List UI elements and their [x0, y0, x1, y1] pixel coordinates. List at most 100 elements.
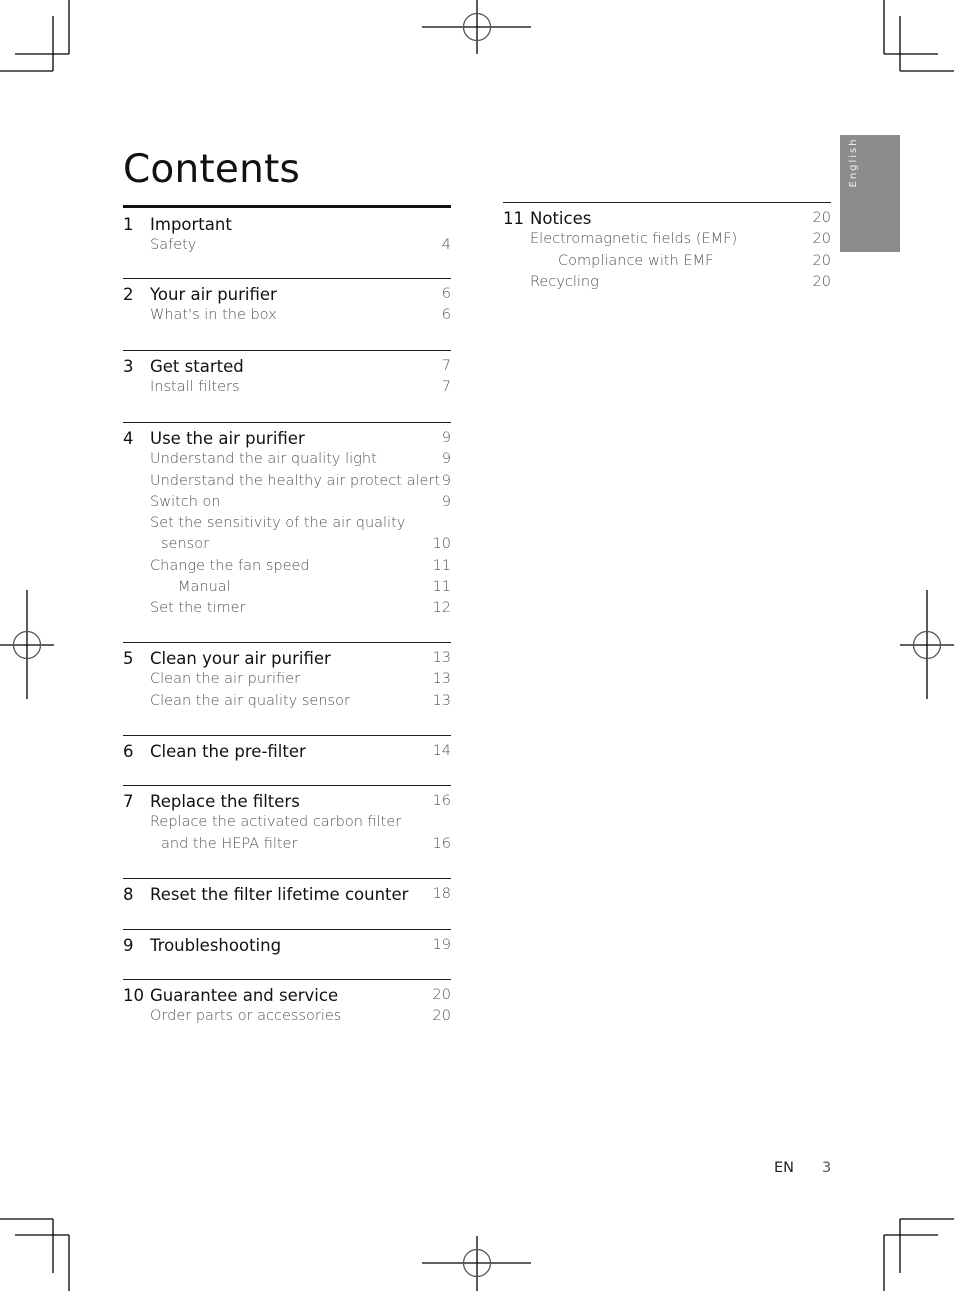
chapter-title: Get started [150, 357, 244, 376]
entry-title: Install filters [150, 379, 240, 396]
chapter-number: 5 [123, 649, 134, 668]
toc-entry-row[interactable]: Recycling 20 [503, 272, 831, 293]
toc-chapter-row[interactable]: 9 Troubleshooting 19 [123, 935, 451, 956]
toc-section: 2 Your air purifier 6 What's in the box 6 [123, 278, 451, 327]
entry-title: Compliance with EMF [558, 252, 714, 269]
chapter-page-number: 6 [441, 286, 451, 302]
chapter-page-number: 20 [812, 210, 831, 226]
chapter-number: 2 [123, 285, 134, 304]
entry-page-number: 10 [432, 536, 451, 553]
entry-page-number: 12 [432, 600, 451, 617]
footer-language-code: EN [774, 1160, 795, 1176]
toc-section: 7 Replace the filters 16 Replace the activa… [123, 785, 451, 855]
chapter-page-number: 9 [441, 430, 451, 446]
toc-chapter-row[interactable]: 1 Important [123, 214, 451, 235]
entry-title: Understand the air quality light [150, 451, 377, 468]
toc-section: 11 Notices 20 Electromagnetic fields (EMF) 2… [503, 202, 831, 293]
toc-chapter-row[interactable]: 8 Reset the filter lifetime counter 18 [123, 884, 451, 905]
toc-chapter-row[interactable]: 11 Notices 20 [503, 208, 831, 229]
chapter-number: 6 [123, 742, 134, 761]
toc-chapter-row[interactable]: 5 Clean your air purifier 13 [123, 648, 451, 669]
registration-mark-bottom [422, 1236, 531, 1291]
chapter-number: 7 [123, 792, 134, 811]
chapter-page-number: 16 [432, 793, 451, 809]
entry-title: Clean the air quality sensor [150, 692, 350, 709]
toc-entry-row[interactable]: Safety 4 [123, 235, 451, 256]
entry-title: Clean the air purifier [150, 671, 301, 688]
chapter-title: Replace the filters [150, 792, 300, 811]
chapter-title: Important [150, 215, 232, 234]
toc-entry-row[interactable]: Order parts or accessories 20 [123, 1006, 451, 1027]
chapter-number: 11 [503, 209, 524, 228]
entry-title: Recycling [530, 273, 599, 290]
toc-entry-row[interactable]: Compliance with EMF 20 [503, 251, 831, 272]
entry-title: and the HEPA filter [161, 835, 298, 852]
chapter-title: Notices [530, 209, 592, 228]
entry-title: Manual [178, 579, 231, 596]
toc-section: 8 Reset the filter lifetime counter 18 [123, 878, 451, 905]
crop-mark-top-right [883, 0, 954, 72]
toc-chapter-row[interactable]: 10 Guarantee and service 20 [123, 985, 451, 1006]
toc-entry-row[interactable]: Manual 11 [123, 577, 451, 598]
chapter-number: 3 [123, 357, 134, 376]
entry-title: Set the timer [150, 600, 246, 617]
toc-entry-row[interactable]: What's in the box 6 [123, 305, 451, 326]
registration-mark-right [900, 590, 954, 699]
chapter-page-number: 7 [441, 358, 451, 374]
entry-page-number: 6 [441, 307, 451, 324]
toc-entry-row[interactable]: Set the timer 12 [123, 598, 451, 619]
chapter-number: 10 [123, 986, 144, 1005]
toc-section: 4 Use the air purifier 9 Understand the air… [123, 422, 451, 620]
chapter-number: 4 [123, 429, 134, 448]
toc-section: 1 Important Safety 4 [123, 205, 451, 257]
entry-page-number: 9 [441, 472, 451, 489]
toc-chapter-row[interactable]: 3 Get started 7 [123, 356, 451, 377]
entry-title: What's in the box [150, 307, 277, 324]
chapter-title: Reset the filter lifetime counter [150, 885, 409, 904]
toc-section: 9 Troubleshooting 19 [123, 929, 451, 956]
language-tab-label: English [848, 137, 859, 188]
toc-section: 5 Clean your air purifier 13 Clean the air … [123, 642, 451, 712]
chapter-page-number: 19 [432, 937, 451, 953]
entry-page-number: 13 [432, 692, 451, 709]
toc-entry-row[interactable]: and the HEPA filter 16 [123, 834, 451, 855]
entry-page-number: 20 [432, 1008, 451, 1025]
crop-mark-top-left [0, 0, 70, 72]
toc-entry-row[interactable]: Understand the healthy air protect alert… [123, 471, 451, 492]
chapter-number: 8 [123, 885, 134, 904]
toc-entry-row[interactable]: Replace the activated carbon filter [123, 812, 451, 833]
toc-chapter-row[interactable]: 2 Your air purifier 6 [123, 284, 451, 305]
chapter-page-number: 20 [432, 987, 451, 1003]
toc-entry-row[interactable]: Clean the air purifier 13 [123, 669, 451, 690]
toc-entry-row[interactable]: Switch on 9 [123, 492, 451, 513]
toc-entry-row[interactable]: Set the sensitivity of the air quality [123, 513, 451, 534]
toc-chapter-row[interactable]: 4 Use the air purifier 9 [123, 428, 451, 449]
footer-page-number: 3 [822, 1160, 832, 1176]
entry-title: Change the fan speed [150, 557, 310, 574]
entry-page-number: 11 [432, 579, 451, 596]
chapter-number: 9 [123, 936, 134, 955]
toc-chapter-row[interactable]: 7 Replace the filters 16 [123, 791, 451, 812]
chapter-title: Your air purifier [150, 285, 277, 304]
toc-chapter-row[interactable]: 6 Clean the pre-filter 14 [123, 741, 451, 762]
entry-page-number: 9 [441, 493, 451, 510]
entry-page-number: 20 [812, 273, 831, 290]
chapter-title: Use the air purifier [150, 429, 305, 448]
toc-entry-row[interactable]: Clean the air quality sensor 13 [123, 691, 451, 712]
toc-entry-row[interactable]: Electromagnetic fields (EMF) 20 [503, 229, 831, 250]
toc-entry-row[interactable]: Install filters 7 [123, 377, 451, 398]
entry-title: Set the sensitivity of the air quality [150, 515, 406, 532]
toc-entry-row[interactable]: sensor 10 [123, 534, 451, 555]
entry-title: sensor [161, 536, 210, 553]
toc-section: 3 Get started 7 Install filters 7 [123, 350, 451, 399]
entry-title: Replace the activated carbon filter [150, 814, 402, 831]
entry-title: Order parts or accessories [150, 1008, 342, 1025]
toc-entry-row[interactable]: Change the fan speed 11 [123, 556, 451, 577]
toc-entry-row[interactable]: Understand the air quality light 9 [123, 449, 451, 470]
entry-title: Electromagnetic fields (EMF) [530, 231, 738, 248]
chapter-number: 1 [123, 215, 134, 234]
chapter-page-number: 14 [432, 743, 451, 759]
chapter-page-number: 13 [432, 650, 451, 666]
toc-section: 6 Clean the pre-filter 14 [123, 735, 451, 762]
entry-page-number: 7 [441, 379, 451, 396]
